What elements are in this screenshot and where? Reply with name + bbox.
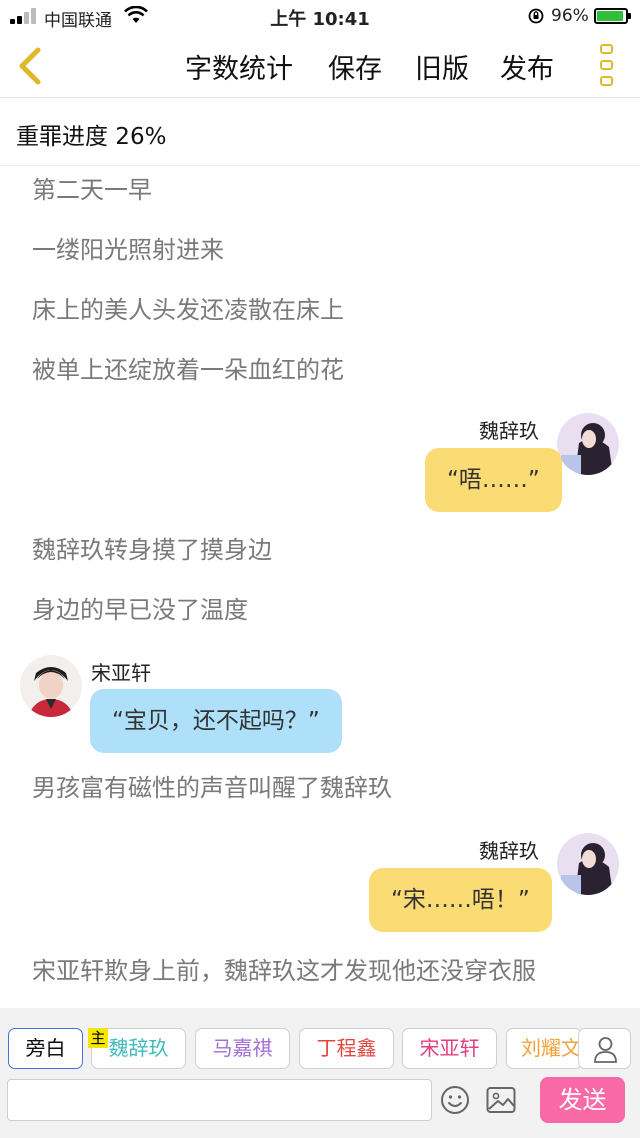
- avatar[interactable]: [557, 413, 619, 475]
- image-icon[interactable]: [486, 1086, 516, 1114]
- message-bubble: “唔……”: [425, 448, 562, 512]
- more-vertical-icon: [600, 44, 613, 54]
- speaker-name: 魏辞玖: [479, 419, 539, 443]
- main-character-badge: 主: [88, 1028, 108, 1048]
- narration-line: 男孩富有磁性的声音叫醒了魏辞玖: [32, 774, 392, 802]
- battery-icon: [594, 8, 631, 24]
- narration-line: 宋亚轩欺身上前，魏辞玖这才发现他还没穿衣服: [32, 957, 536, 985]
- editor-toolbar: 字数统计 保存 旧版 发布: [0, 34, 640, 98]
- publish-button[interactable]: 发布: [500, 47, 554, 86]
- person-icon: [594, 1037, 617, 1063]
- speaker-name: 宋亚轩: [91, 661, 151, 685]
- message-bubble: “宋……唔！”: [369, 868, 552, 932]
- send-button[interactable]: 发送: [540, 1077, 625, 1123]
- progress-text: 重罪进度 26%: [16, 124, 167, 150]
- message-bubble: “宝贝，还不起吗？”: [90, 689, 342, 753]
- character-chip-3[interactable]: 丁程鑫: [299, 1028, 394, 1069]
- avatar[interactable]: [20, 655, 82, 717]
- message-input[interactable]: [7, 1079, 432, 1121]
- character-chip-5[interactable]: 刘耀文: [506, 1028, 582, 1069]
- more-menu-button[interactable]: [598, 44, 618, 88]
- avatar[interactable]: [557, 833, 619, 895]
- narration-line: 魏辞玖转身摸了摸身边: [32, 536, 272, 564]
- character-chip-2[interactable]: 马嘉祺: [195, 1028, 290, 1069]
- emoji-icon[interactable]: [440, 1085, 470, 1115]
- narration-line: 身边的早已没了温度: [32, 596, 248, 624]
- character-chip-narrator[interactable]: 旁白: [8, 1028, 83, 1069]
- save-button[interactable]: 保存: [328, 47, 382, 86]
- character-manager-button[interactable]: [578, 1028, 631, 1069]
- progress-banner: 重罪进度 26%: [0, 99, 640, 166]
- status-time: 上午 10:41: [270, 9, 370, 30]
- character-chip-4[interactable]: 宋亚轩: [402, 1028, 497, 1069]
- speaker-name: 魏辞玖: [479, 839, 539, 863]
- rotation-lock-icon: [528, 8, 544, 24]
- composer-panel: 旁白 魏辞玖 主 马嘉祺 丁程鑫 宋亚轩 刘耀文 发送: [0, 1008, 640, 1138]
- old-version-button[interactable]: 旧版: [415, 47, 469, 86]
- narration-line: 床上的美人头发还凌散在床上: [32, 296, 344, 324]
- battery-percent: 96%: [551, 6, 589, 26]
- narration-line: 一缕阳光照射进来: [32, 236, 224, 264]
- narration-line: 被单上还绽放着一朵血红的花: [32, 356, 344, 384]
- story-feed[interactable]: 第二天一早 一缕阳光照射进来 床上的美人头发还凌散在床上 被单上还绽放着一朵血红…: [0, 167, 640, 1008]
- back-button[interactable]: [10, 42, 50, 90]
- narration-line: 第二天一早: [32, 176, 152, 204]
- status-bar: 中国联通 上午 10:41 96%: [0, 0, 640, 34]
- chevron-left-icon: [19, 47, 41, 85]
- word-count-button[interactable]: 字数统计: [185, 47, 293, 86]
